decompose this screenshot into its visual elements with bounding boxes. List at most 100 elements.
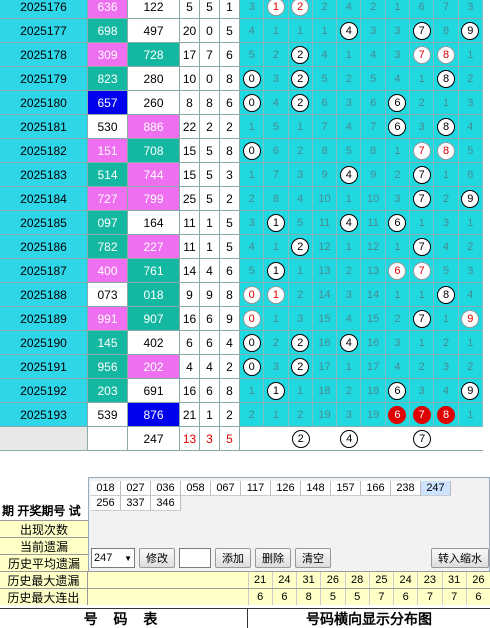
table-row[interactable]: 2025182 151 708 15 5 8 0 6 2 8 5 8 1 7 8 5 (0, 139, 490, 163)
combo-cell[interactable]: 337 (121, 496, 151, 511)
combo-cell[interactable]: 067 (211, 481, 241, 496)
combo-cell[interactable]: 126 (271, 481, 301, 496)
distribution-cell: 2 (361, 0, 386, 19)
combo-cell[interactable]: 117 (241, 481, 271, 496)
distribution-cell: 2 (240, 403, 265, 427)
table-row[interactable]: 2025179 823 280 10 0 8 0 3 2 5 2 5 4 1 8 2 (0, 67, 490, 91)
add-button[interactable]: 添加 (215, 548, 251, 568)
combo-cell[interactable]: 148 (301, 481, 331, 496)
table-row[interactable]: 2025177 698 497 20 0 5 4 1 1 1 4 3 3 7 8 9 (0, 19, 490, 43)
distribution-cell: 16 (312, 331, 338, 355)
draw-number-cell: 907 (128, 307, 180, 331)
distribution-cell: 1 (434, 307, 459, 331)
number-ball: 8 (437, 45, 456, 64)
number-ball: 1 (266, 0, 285, 16)
distribution-cell: 9 (458, 187, 483, 211)
combo-cell[interactable]: 256 (91, 496, 121, 511)
trial-number-cell: 309 (88, 43, 128, 67)
distribution-cell: 7 (264, 163, 289, 187)
table-row[interactable]: 2025190 145 402 6 6 4 0 2 2 16 4 16 3 1 2 1 (0, 331, 490, 355)
distribution-cell: 3 (385, 187, 411, 211)
label-occurrences: 出现次数 (0, 520, 88, 537)
period-cell (0, 427, 88, 451)
distribution-cell: 1 (434, 91, 459, 115)
combo-cell[interactable]: 157 (331, 481, 361, 496)
side-header: 期 开奖期号 试 (0, 500, 88, 520)
number-ball: 2 (291, 237, 310, 256)
combo-cell[interactable]: 036 (151, 481, 181, 496)
distribution-cell: 10 (361, 187, 386, 211)
distribution-cell: 3 (337, 403, 362, 427)
distribution-cell: 2 (410, 355, 435, 379)
tail-cell: 6 (200, 379, 220, 403)
combo-table: 018 027 036 058 067 117 126 148 157 166 238 247 256 3… (91, 481, 489, 511)
combo-cell[interactable]: 238 (391, 481, 421, 496)
draw-number-cell: 744 (128, 163, 180, 187)
table-row[interactable]: 2025181 530 886 22 2 2 1 5 1 7 4 7 6 3 8 4 (0, 115, 490, 139)
stat-value: 7 (368, 589, 393, 605)
distribution-cell: 2 (288, 427, 313, 451)
distribution-cell: 0 (240, 331, 265, 355)
distribution-cell: 2 (434, 187, 459, 211)
stat-value: 7 (441, 589, 466, 605)
draw-number-cell: 799 (128, 187, 180, 211)
distribution-cell: 3 (385, 19, 411, 43)
distribution-cell: 2 (288, 331, 313, 355)
combo-row: 256 337 346 (91, 496, 489, 511)
table-row[interactable]: 2025180 657 260 8 8 6 0 4 2 6 3 6 6 2 1 3 (0, 91, 490, 115)
distribution-cell: 2 (264, 43, 289, 67)
table-row[interactable]: 2025185 097 164 11 1 5 3 1 5 11 4 11 6 1 3 1 (0, 211, 490, 235)
distribution-cell: 11 (312, 211, 338, 235)
delete-button[interactable]: 删除 (255, 548, 291, 568)
number-ball: 7 (413, 429, 432, 448)
combo-cell[interactable]: 247 (421, 481, 451, 496)
combo-cell[interactable]: 166 (361, 481, 391, 496)
span-cell: 5 (220, 235, 240, 259)
table-row[interactable]: 2025187 400 761 14 4 6 5 1 1 13 2 13 6 7 5 3 (0, 259, 490, 283)
combo-cell[interactable]: 058 (181, 481, 211, 496)
tail-cell: 6 (200, 307, 220, 331)
distribution-cell: 4 (385, 67, 411, 91)
combo-cell[interactable]: 346 (151, 496, 181, 511)
number-ball: 9 (461, 21, 480, 40)
combo-cell[interactable]: 027 (121, 481, 151, 496)
stat-value: 24 (393, 572, 418, 588)
period-cell: 2025185 (0, 211, 88, 235)
distribution-cell: 11 (361, 211, 386, 235)
table-row[interactable]: 2025184 727 799 25 5 2 2 8 4 10 1 10 3 7 2 9 (0, 187, 490, 211)
distribution-cell: 8 (434, 19, 459, 43)
table-row[interactable]: 2025188 073 018 9 9 8 0 1 2 14 3 14 1 1 8 4 (0, 283, 490, 307)
distribution-cell: 4 (337, 427, 362, 451)
table-row[interactable]: 2025176 636 122 5 5 1 3 1 2 2 4 2 1 6 7 3 (0, 0, 490, 19)
table-row[interactable]: 2025191 956 202 4 4 2 0 3 2 17 1 17 4 2 3 2 (0, 355, 490, 379)
span-cell: 9 (220, 307, 240, 331)
distribution-cell: 5 (337, 139, 362, 163)
sum-cell: 4 (180, 355, 200, 379)
span-cell: 6 (220, 259, 240, 283)
number-ball: 6 (388, 93, 407, 112)
distribution-cell: 4 (337, 211, 362, 235)
clear-button[interactable]: 清空 (295, 548, 331, 568)
distribution-cell: 12 (361, 235, 386, 259)
distribution-cell: 16 (361, 331, 386, 355)
table-row[interactable]: 2025192 203 691 16 6 8 1 1 1 18 2 18 6 3 4 9 (0, 379, 490, 403)
stat-value: 5 (344, 589, 369, 605)
number-ball: 0 (242, 93, 261, 112)
combo-input[interactable] (179, 548, 211, 568)
distribution-cell: 4 (337, 19, 362, 43)
combo-cell[interactable]: 018 (91, 481, 121, 496)
combo-select[interactable]: 247 ▼ (91, 548, 135, 568)
number-ball: 2 (291, 0, 310, 16)
distribution-cell: 7 (410, 403, 435, 427)
tail-cell: 5 (200, 163, 220, 187)
table-row[interactable]: 2025189 991 907 16 6 9 0 1 3 15 4 15 2 7 1 9 (0, 307, 490, 331)
table-row[interactable]: 2025178 309 728 17 7 6 5 2 2 4 1 4 3 7 8 1 (0, 43, 490, 67)
tail-cell: 3 (200, 427, 220, 451)
distribution-cell: 19 (312, 403, 338, 427)
table-row[interactable]: 2025186 782 227 11 1 5 4 1 2 12 1 12 1 7 4 2 (0, 235, 490, 259)
table-row[interactable]: 2025193 539 876 21 1 2 2 1 2 19 3 19 6 7 8 1 (0, 403, 490, 427)
trial-number-cell: 782 (88, 235, 128, 259)
table-row[interactable]: 2025183 514 744 15 5 3 1 7 3 9 4 9 2 7 1 6 (0, 163, 490, 187)
import-button[interactable]: 转入缩水 (431, 548, 489, 568)
modify-button[interactable]: 修改 (139, 548, 175, 568)
